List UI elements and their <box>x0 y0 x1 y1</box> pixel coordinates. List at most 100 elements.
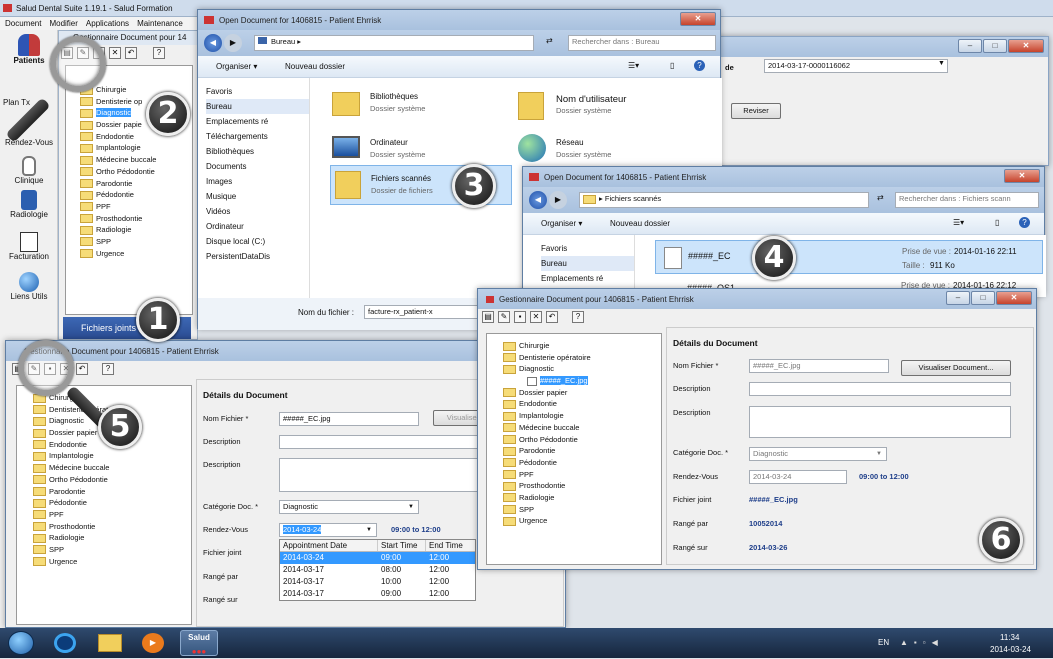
nav-item[interactable]: Ordinateur <box>206 219 309 234</box>
menu-applications[interactable]: Applications <box>86 17 129 30</box>
refresh-icon[interactable]: ⇄ <box>546 36 553 45</box>
nav-item[interactable]: Téléchargements <box>206 129 309 144</box>
item-libraries[interactable]: Bibliothèques Dossier système <box>332 88 502 124</box>
new-folder-button[interactable]: Nouveau dossier <box>285 62 345 71</box>
search-input[interactable]: Rechercher dans : Fichiers scann <box>895 192 1039 208</box>
explorer-icon[interactable] <box>98 634 122 652</box>
tree-item[interactable]: Implantologie <box>80 142 192 154</box>
start-button[interactable] <box>8 631 34 655</box>
revise-button[interactable]: Reviser <box>731 103 781 119</box>
salud-taskbar-button[interactable]: Salud ●●● <box>180 630 218 656</box>
address-bar[interactable]: ▸ Fichiers scannés <box>579 192 869 208</box>
tree-item[interactable]: Dossier papier <box>503 387 661 399</box>
appointment-field[interactable]: 2014-03-24 <box>749 470 847 484</box>
tree-item[interactable]: Parodontie <box>503 445 661 457</box>
appointment-option[interactable]: 2014-03-24 09:00 12:00 <box>280 552 475 564</box>
sidebar-item-facturation[interactable]: Facturation <box>0 232 58 261</box>
tree-item[interactable]: Parodontie <box>80 178 192 190</box>
tree-item[interactable]: Ortho Pédodontie <box>503 434 661 446</box>
description-area[interactable] <box>749 406 1011 438</box>
close-icon[interactable]: ✕ <box>680 12 716 26</box>
tree-item[interactable]: Ortho Pédodontie <box>80 166 192 178</box>
category-select[interactable]: Diagnostic ▼ <box>749 447 887 461</box>
delete-icon[interactable]: ✕ <box>109 47 121 59</box>
tree-item[interactable]: #####_EC.jpg <box>503 375 661 387</box>
filename-field[interactable]: #####_EC.jpg <box>279 412 419 426</box>
maximize-icon[interactable]: □ <box>971 291 995 305</box>
tree-item[interactable]: Prosthodontie <box>80 213 192 225</box>
tree-item[interactable]: PPF <box>33 509 191 521</box>
clock-date[interactable]: 2014-03-24 <box>990 645 1031 654</box>
item-user[interactable]: Nom d'utilisateur Dossier système <box>518 88 708 124</box>
tray-icons[interactable]: ▲▪▫◀ <box>900 638 944 647</box>
tree-item[interactable]: Radiologie <box>33 532 191 544</box>
tree-item[interactable]: Radiologie <box>80 224 192 236</box>
back-icon[interactable]: ◀ <box>204 34 222 52</box>
tree-item[interactable]: Pédodontie <box>80 189 192 201</box>
nav-item[interactable]: Emplacements ré <box>206 114 309 129</box>
appointment-option[interactable]: 2014-03-17 10:00 12:00 <box>280 576 475 588</box>
filename-field[interactable]: #####_EC.jpg <box>749 359 889 373</box>
tree-item[interactable]: Implantologie <box>33 450 191 462</box>
nav-item[interactable]: Vidéos <box>206 204 309 219</box>
refresh-icon[interactable]: ⇄ <box>877 193 884 202</box>
clock-time[interactable]: 11:34 <box>1000 633 1019 642</box>
undo-icon[interactable]: ↶ <box>546 311 558 323</box>
new-folder-button[interactable]: Nouveau dossier <box>610 219 670 228</box>
filename-input[interactable]: facture-rx_patient-x <box>364 305 484 319</box>
menu-modifier[interactable]: Modifier <box>49 17 77 30</box>
help-icon[interactable]: ? <box>153 47 165 59</box>
tree-item[interactable]: Prosthodontie <box>503 480 661 492</box>
preview-pane-icon[interactable]: ▯ <box>995 218 999 227</box>
appointment-select[interactable]: 2014-03-24 ▼ <box>279 523 377 537</box>
nav-item[interactable]: Documents <box>206 159 309 174</box>
nav-item[interactable]: Musique <box>206 189 309 204</box>
nav-item[interactable]: Bibliothèques <box>206 144 309 159</box>
maximize-icon[interactable]: □ <box>983 39 1007 53</box>
sidebar-item-radiologie[interactable]: Radiologie <box>0 190 58 219</box>
description-field[interactable] <box>279 435 479 449</box>
nav-item[interactable]: Images <box>206 174 309 189</box>
tree-item[interactable]: Urgence <box>33 556 191 568</box>
tree-item[interactable]: Médecine buccale <box>503 422 661 434</box>
organize-menu[interactable]: Organiser ▾ <box>216 62 257 71</box>
view-icon[interactable]: ☰▾ <box>953 218 964 227</box>
sidebar-item-liens[interactable]: Liens Utils <box>0 272 58 301</box>
back-icon[interactable]: ◀ <box>529 191 547 209</box>
help-icon[interactable]: ? <box>102 363 114 375</box>
help-icon[interactable]: ? <box>694 60 705 71</box>
tree-item[interactable]: PPF <box>503 469 661 481</box>
ie-icon[interactable] <box>54 633 76 653</box>
description-area[interactable] <box>279 458 479 492</box>
tree-item[interactable]: Diagnostic <box>503 363 661 375</box>
nav-item[interactable]: Bureau <box>541 256 634 271</box>
tree-item[interactable]: Médecine buccale <box>80 154 192 166</box>
open-icon[interactable]: ▤ <box>482 311 494 323</box>
search-input[interactable]: Rechercher dans : Bureau <box>568 35 716 51</box>
nav-item[interactable]: Emplacements ré <box>541 271 634 286</box>
view-icon[interactable]: ☰▾ <box>628 61 639 70</box>
undo-icon[interactable]: ↶ <box>76 363 88 375</box>
tree-item[interactable]: Médecine buccale <box>33 462 191 474</box>
close-icon[interactable]: ✕ <box>1008 39 1044 53</box>
address-bar[interactable]: Bureau ▸ <box>254 35 534 51</box>
tree-item[interactable]: SPP <box>33 544 191 556</box>
tree-item[interactable]: Pédodontie <box>503 457 661 469</box>
tree-item[interactable]: Ortho Pédodontie <box>33 474 191 486</box>
tree-item[interactable]: SPP <box>80 236 192 248</box>
minimize-icon[interactable]: – <box>958 39 982 53</box>
menu-maintenance[interactable]: Maintenance <box>137 17 183 30</box>
tree-item[interactable]: Parodontie <box>33 486 191 498</box>
nav-item[interactable]: Favoris <box>206 84 309 99</box>
view-document-button[interactable]: Visualiser Document... <box>901 360 1011 376</box>
organize-menu[interactable]: Organiser ▾ <box>541 219 582 228</box>
nav-item[interactable]: Bureau <box>206 99 309 114</box>
item-computer[interactable]: Ordinateur Dossier système <box>332 132 502 168</box>
appointment-option[interactable]: 2014-03-17 08:00 12:00 <box>280 564 475 576</box>
tree-item[interactable]: PPF <box>80 201 192 213</box>
file-row[interactable]: #####_EC Prise de vue : 2014-01-16 22:11… <box>655 240 1043 274</box>
help-icon[interactable]: ? <box>1019 217 1030 228</box>
close-icon[interactable]: ✕ <box>1004 169 1040 183</box>
undo-icon[interactable]: ↶ <box>125 47 137 59</box>
forward-icon[interactable]: ▶ <box>224 34 242 52</box>
